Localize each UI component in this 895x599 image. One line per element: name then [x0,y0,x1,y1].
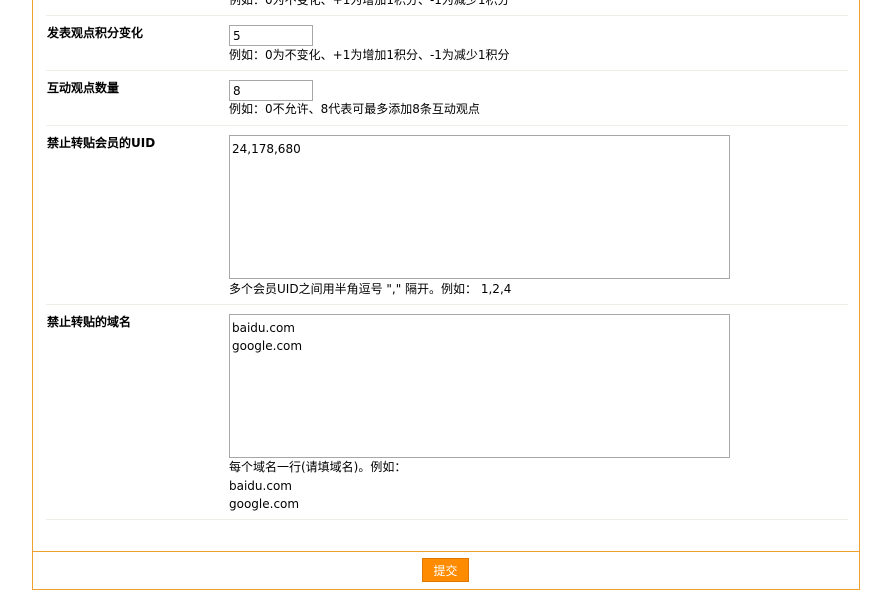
settings-row-banned-uid: 禁止转贴会员的UID 24,178,680 多个会员UID之间用半角逗号 ","… [46,126,848,305]
row-hint: 例如：0为不变化、+1为增加1积分、-1为减少1积分 [229,48,510,62]
post-points-input[interactable] [229,25,313,46]
row-hint: 例如：0不允许、8代表可最多添加8条互动观点 [229,102,480,116]
row-hint-line1: 每个域名一行(请填域名)。例如： [229,460,407,474]
row-label: 发表观点积分变化 [47,26,144,40]
row-hint: 多个会员UID之间用半角逗号 "," 隔开。例如： 1,2,4 [229,282,512,296]
banned-domains-textarea[interactable]: baidu.com google.com [229,314,730,458]
settings-row-partial: 例如：0为不变化、+1为增加1积分、-1为减少1积分 [46,0,848,16]
row-label: 禁止转贴的域名 [47,315,132,329]
banned-uid-textarea[interactable]: 24,178,680 [229,135,730,279]
row-hint: 例如：0为不变化、+1为增加1积分、-1为减少1积分 [229,0,510,7]
row-hint-line3: google.com [229,497,300,511]
submit-button[interactable]: 提交 [422,558,469,582]
settings-panel: 例如：0为不变化、+1为增加1积分、-1为减少1积分 发表观点积分变化 例如：0… [32,0,860,552]
interaction-count-input[interactable] [229,80,313,101]
row-label: 互动观点数量 [47,81,120,95]
row-label: 禁止转贴会员的UID [47,136,156,150]
row-hint-line2: baidu.com [229,479,292,493]
form-footer: 提交 [32,552,860,590]
settings-row-post-points: 发表观点积分变化 例如：0为不变化、+1为增加1积分、-1为减少1积分 [46,16,848,71]
settings-row-interaction-count: 互动观点数量 例如：0不允许、8代表可最多添加8条互动观点 [46,71,848,126]
settings-row-banned-domains: 禁止转贴的域名 baidu.com google.com 每个域名一行(请填域名… [46,305,848,520]
